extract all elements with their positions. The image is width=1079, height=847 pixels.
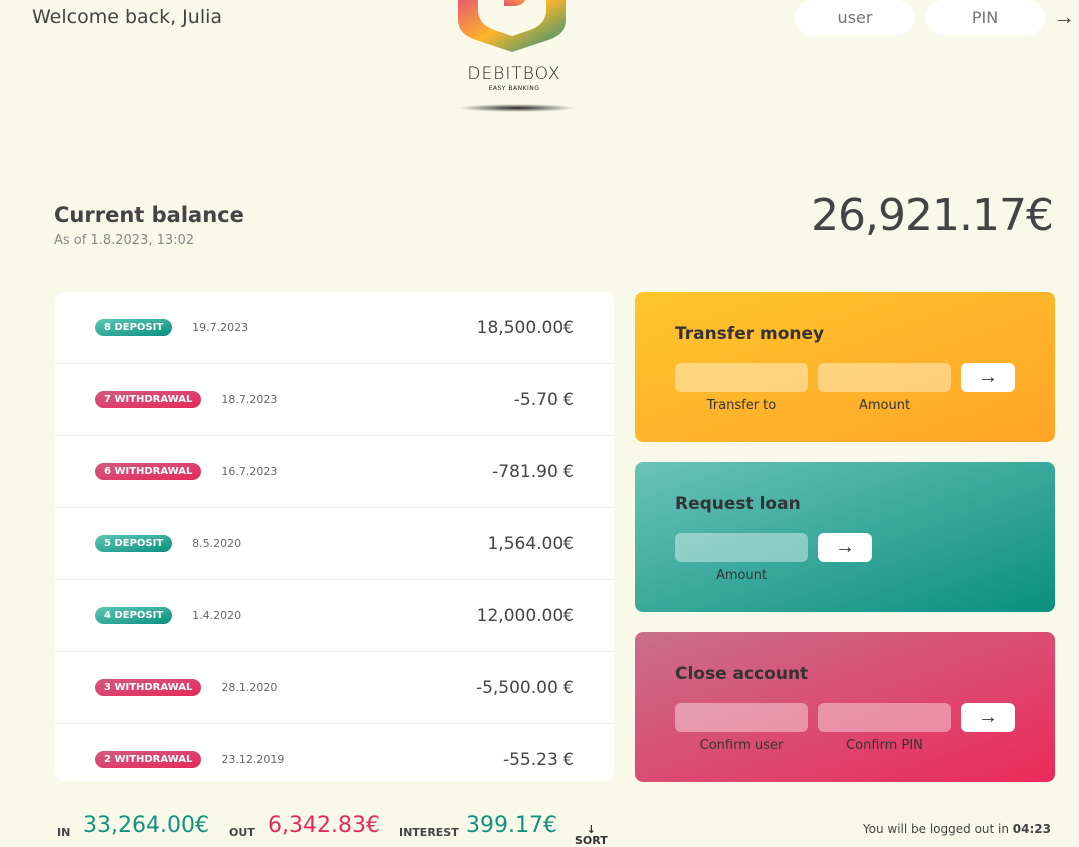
close-account-submit-button[interactable]: → — [961, 703, 1015, 732]
loan-submit-button[interactable]: → — [818, 533, 872, 562]
movement-type-badge: 7 WITHDRAWAL — [95, 391, 202, 408]
sort-label: SORT — [575, 834, 608, 847]
movement-type-badge: 2 WITHDRAWAL — [95, 751, 202, 768]
debitbox-shield-logo-icon — [458, 0, 566, 52]
close-account-title: Close account — [675, 664, 809, 684]
movement-type-badge: 4 DEPOSIT — [95, 607, 173, 624]
movement-value: 18,500.00€ — [476, 317, 574, 338]
logo-shadow — [458, 104, 576, 112]
transfer-to-input[interactable] — [675, 363, 808, 392]
movement-value: -5,500.00 € — [475, 677, 574, 698]
login-arrow-button[interactable]: → — [1053, 4, 1075, 30]
balance-label: Current balance — [54, 203, 244, 227]
logo: DEBITBOX EASY BANKING — [452, 0, 576, 120]
sort-button[interactable]: ↓ SORT — [575, 824, 608, 846]
summary-out-value: 6,342.83€ — [268, 813, 380, 838]
movement-row: 5 DEPOSIT 8.5.2020 1,564.00€ — [55, 508, 614, 580]
loan-amount-label: Amount — [715, 568, 768, 583]
summary-interest-label: INTEREST — [399, 826, 459, 839]
movement-date: 18.7.2023 — [221, 393, 278, 406]
logo-name: DEBITBOX — [467, 64, 561, 84]
welcome-message: Welcome back, Julia — [32, 6, 223, 28]
balance-value: 26,921.17€ — [811, 190, 1054, 241]
transfer-amount-input[interactable] — [818, 363, 951, 392]
movement-type-badge: 6 WITHDRAWAL — [95, 463, 202, 480]
confirm-pin-label: Confirm PIN — [846, 738, 923, 753]
balance-date: As of 1.8.2023, 13:02 — [54, 233, 195, 248]
movement-value: -5.70 € — [513, 389, 574, 410]
confirm-pin-input[interactable] — [818, 703, 951, 732]
movement-row: 6 WITHDRAWAL 16.7.2023 -781.90 € — [55, 436, 614, 508]
transfer-panel: Transfer money → Transfer to Amount — [635, 292, 1055, 442]
summary-in-label: IN — [57, 826, 71, 839]
movement-date: 8.5.2020 — [192, 537, 242, 550]
movement-row: 8 DEPOSIT 19.7.2023 18,500.00€ — [55, 292, 614, 364]
movement-value: -781.90 € — [492, 461, 574, 482]
movement-type-badge: 8 DEPOSIT — [95, 319, 173, 336]
transfer-title: Transfer money — [675, 324, 825, 344]
loan-title: Request loan — [675, 494, 801, 514]
movement-type-badge: 5 DEPOSIT — [95, 535, 173, 552]
summary-in-value: 33,264.00€ — [83, 813, 209, 838]
loan-amount-input[interactable] — [675, 533, 808, 562]
movement-date: 16.7.2023 — [221, 465, 278, 478]
login-pin-input[interactable] — [925, 0, 1045, 35]
logout-text: You will be logged out in — [862, 822, 1013, 836]
summary-out-label: OUT — [229, 826, 255, 839]
logout-timer: You will be logged out in 04:23 — [863, 822, 1051, 836]
movement-type-badge: 3 WITHDRAWAL — [95, 679, 202, 696]
logout-countdown: 04:23 — [1012, 822, 1051, 836]
login-user-input[interactable] — [795, 0, 915, 35]
confirm-user-input[interactable] — [675, 703, 808, 732]
logo-tagline: EASY BANKING — [488, 85, 540, 92]
movement-row: 2 WITHDRAWAL 23.12.2019 -55.23 € — [55, 724, 614, 781]
close-account-panel: Close account → Confirm user Confirm PIN — [635, 632, 1055, 782]
movement-value: -55.23 € — [502, 749, 574, 770]
transfer-to-label: Transfer to — [706, 398, 777, 413]
movement-value: 1,564.00€ — [487, 533, 574, 554]
transfer-amount-label: Amount — [858, 398, 911, 413]
transfer-submit-button[interactable]: → — [961, 363, 1015, 392]
summary-interest-value: 399.17€ — [466, 813, 557, 838]
movement-date: 23.12.2019 — [221, 753, 285, 766]
movement-value: 12,000.00€ — [476, 605, 574, 626]
movement-date: 1.4.2020 — [192, 609, 242, 622]
confirm-user-label: Confirm user — [699, 738, 784, 753]
movement-row: 4 DEPOSIT 1.4.2020 12,000.00€ — [55, 580, 614, 652]
movement-date: 19.7.2023 — [192, 321, 249, 334]
movement-row: 3 WITHDRAWAL 28.1.2020 -5,500.00 € — [55, 652, 614, 724]
movements-list[interactable]: 8 DEPOSIT 19.7.2023 18,500.00€ 7 WITHDRA… — [55, 292, 614, 781]
loan-panel: Request loan → Amount — [635, 462, 1055, 612]
movement-row: 7 WITHDRAWAL 18.7.2023 -5.70 € — [55, 364, 614, 436]
movement-date: 28.1.2020 — [221, 681, 278, 694]
